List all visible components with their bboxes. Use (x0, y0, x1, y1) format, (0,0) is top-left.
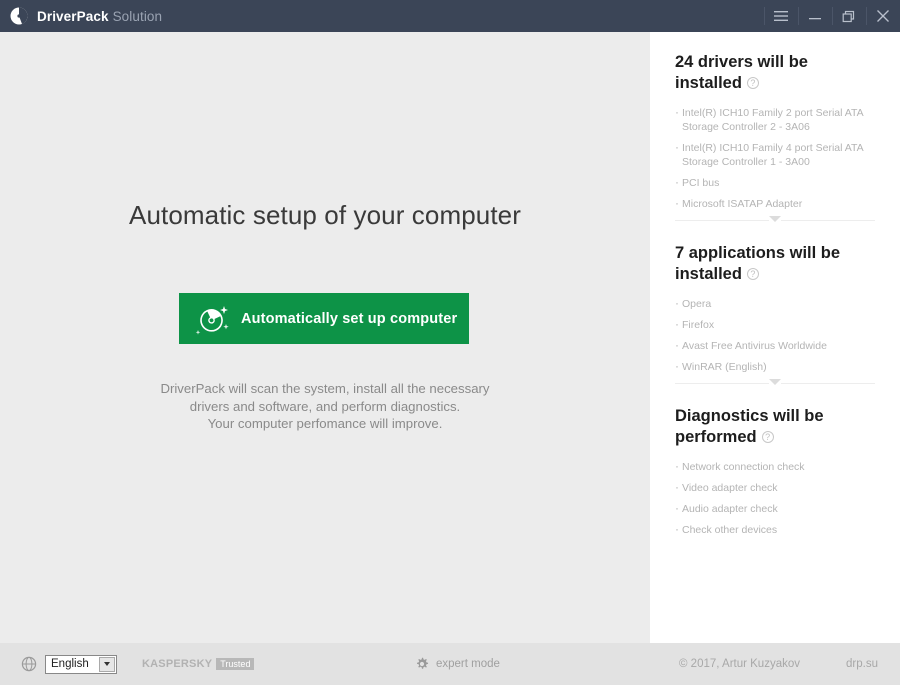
chevron-down-icon[interactable] (99, 656, 115, 672)
hamburger-icon (774, 11, 788, 21)
minimize-button[interactable] (798, 0, 832, 32)
kaspersky-badge: KASPERSKY Trusted (142, 658, 255, 670)
list-item: Network connection check (675, 459, 875, 474)
restore-button[interactable] (832, 0, 866, 32)
cta-label: Automatically set up computer (241, 310, 458, 327)
list-item: Video adapter check (675, 480, 875, 495)
app-title: DriverPack Solution (37, 9, 162, 24)
list-item: Intel(R) ICH10 Family 4 port Serial ATA … (675, 140, 875, 169)
gear-icon (415, 657, 429, 671)
applications-list: Opera Firefox Avast Free Antivirus World… (675, 296, 875, 374)
close-icon (877, 10, 889, 22)
drivers-section: 24 drivers will be installed? Intel(R) I… (675, 32, 875, 222)
expert-mode-button[interactable]: expert mode (415, 657, 500, 671)
automatically-set-up-computer-button[interactable]: Automatically set up computer (179, 293, 469, 344)
diagnostics-list: Network connection check Video adapter c… (675, 459, 875, 537)
list-item: Intel(R) ICH10 Family 2 port Serial ATA … (675, 105, 875, 134)
description-text: DriverPack will scan the system, install… (0, 380, 650, 433)
list-item: WinRAR (English) (675, 359, 875, 374)
applications-section: 7 applications will be installed? Opera … (675, 221, 875, 385)
chevron-down-icon[interactable] (769, 216, 781, 222)
drivers-expand-divider[interactable] (675, 216, 875, 222)
app-name: DriverPack (37, 8, 109, 24)
chevron-down-icon[interactable] (769, 379, 781, 385)
disc-sparkle-icon (193, 300, 231, 338)
description-line-2: drivers and software, and perform diagno… (189, 398, 461, 414)
list-item: Firefox (675, 317, 875, 332)
diagnostics-section-header: Diagnostics will be performed? (675, 406, 875, 448)
applications-expand-divider[interactable] (675, 379, 875, 385)
list-item: Avast Free Antivirus Worldwide (675, 338, 875, 353)
diagnostics-section-title: Diagnostics will be performed (675, 407, 824, 446)
description-line-1: DriverPack will scan the system, install… (160, 381, 490, 396)
diagnostics-section: Diagnostics will be performed? Network c… (675, 384, 875, 537)
drivers-section-title: 24 drivers will be installed (675, 53, 808, 92)
description-line-3: Your computer perfomance will improve. (207, 416, 443, 431)
list-item: Audio adapter check (675, 501, 875, 516)
help-circle-icon[interactable]: ? (746, 77, 759, 89)
drivers-list: Intel(R) ICH10 Family 2 port Serial ATA … (675, 105, 875, 211)
kaspersky-label: KASPERSKY (142, 658, 213, 670)
driverpack-logo-icon (10, 7, 28, 25)
page-title: Automatic setup of your computer (129, 200, 521, 230)
list-item: Check other devices (675, 522, 875, 537)
status-badge: Trusted (216, 658, 255, 670)
list-item: Opera (675, 296, 875, 311)
driverpack-window: DriverPack Solution Automatic setup of y… (0, 0, 900, 685)
help-circle-icon[interactable]: ? (746, 268, 759, 280)
language-value: English (51, 658, 89, 670)
copyright-text: © 2017, Artur Kuzyakov (679, 658, 800, 670)
list-item: PCI bus (675, 175, 875, 190)
footer-bar: English KASPERSKY Trusted expert mode © … (0, 643, 900, 685)
close-button[interactable] (866, 0, 900, 32)
titlebar: DriverPack Solution (0, 0, 900, 32)
app-suffix: Solution (112, 8, 163, 24)
main-content: Automatic setup of your computer Automat… (0, 32, 650, 643)
restore-icon (842, 10, 855, 22)
language-select[interactable]: English (45, 654, 117, 674)
drivers-section-header: 24 drivers will be installed? (675, 52, 875, 94)
expert-mode-label: expert mode (436, 658, 500, 670)
site-link[interactable]: drp.su (846, 658, 878, 670)
applications-section-header: 7 applications will be installed? (675, 243, 875, 285)
summary-panel: 24 drivers will be installed? Intel(R) I… (650, 32, 900, 643)
menu-button[interactable] (764, 0, 798, 32)
globe-icon (21, 656, 37, 672)
help-circle-icon[interactable]: ? (761, 431, 774, 443)
list-item: Microsoft ISATAP Adapter (675, 196, 875, 211)
minimize-icon (809, 18, 821, 20)
window-controls (764, 0, 900, 32)
